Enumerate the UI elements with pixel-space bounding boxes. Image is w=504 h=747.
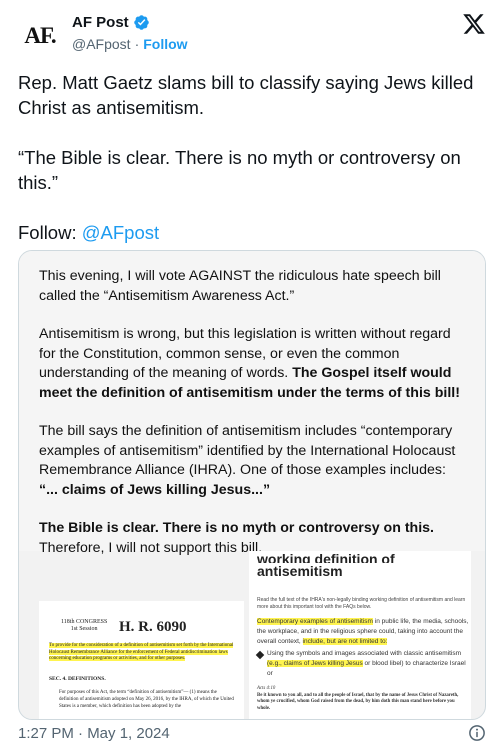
info-icon[interactable]: [468, 724, 486, 742]
tweet-text: Rep. Matt Gaetz slams bill to classify s…: [18, 70, 488, 270]
tweet-follow-line: Follow: @AFpost: [18, 220, 488, 245]
media-image[interactable]: This evening, I will vote AGAINST the ri…: [18, 250, 486, 720]
timestamp-row: 1:27 PM · May 1, 2024: [18, 724, 486, 742]
handle-row: @AFpost · Follow: [72, 36, 188, 52]
display-name[interactable]: AF Post: [72, 14, 129, 31]
ihra-title: antisemitism: [257, 563, 343, 579]
statement-p3-normal: The bill says the definition of antisemi…: [39, 423, 456, 478]
statement-text-block: This evening, I will vote AGAINST the ri…: [19, 251, 485, 556]
bill-number: H. R. 6090: [119, 619, 187, 635]
statement-p2: Antisemitism is wrong, but this legislat…: [39, 325, 467, 403]
ihra-cut-title: working definition of: [257, 553, 395, 563]
statement-p4-normal: Therefore, I will not support this bill.: [39, 539, 263, 556]
separator-dot: ·: [134, 36, 140, 52]
ihra-bullet-text: Using the symbols and images associated …: [267, 649, 469, 679]
statement-p1: This evening, I will vote AGAINST the ri…: [39, 268, 441, 304]
ihra-bullet: Using the symbols and images associated …: [255, 649, 469, 679]
bill-document-excerpt: 118th CONGRESS 1st Session H. R. 6090 To…: [39, 601, 244, 719]
acts-quote: Acts 4:10 Be it known to you all, and to…: [257, 686, 467, 712]
x-logo-icon[interactable]: [462, 12, 486, 36]
follow-prefix: Follow:: [18, 222, 82, 243]
ihra-highlight-1: Contemporary examples of antisemitism: [257, 618, 373, 625]
statement-p4-bold: The Bible is clear. There is no myth or …: [39, 520, 434, 536]
ihra-bullet-highlight: (e.g., claims of Jews killing Jesus: [267, 660, 363, 667]
acts-text: Be it known to you all, and to all the p…: [257, 692, 459, 711]
ihra-document-excerpt: working definition of antisemitism Read …: [249, 551, 471, 719]
statement-p3: The bill says the definition of antisemi…: [39, 422, 467, 500]
ihra-body: Contemporary examples of antisemitism in…: [255, 617, 469, 679]
ihra-intro: Read the full text of the IHRA's non-leg…: [257, 597, 466, 610]
avatar[interactable]: AF.: [18, 14, 62, 58]
bill-congress: 118th CONGRESS 1st Session: [61, 619, 108, 632]
handle[interactable]: @AFpost: [72, 36, 131, 52]
mention-link[interactable]: @AFpost: [82, 222, 159, 243]
bill-tail: For purposes of this Act, the term “defi…: [59, 690, 234, 709]
tweet-paragraph-2: “The Bible is clear. There is no myth or…: [18, 147, 461, 193]
verified-badge-icon: [133, 15, 149, 30]
follow-button[interactable]: Follow: [143, 36, 187, 52]
avatar-logo-text: AF.: [24, 23, 56, 48]
ihra-highlight-2: include, but are not limited to:: [302, 638, 388, 645]
tweet-paragraph-1: Rep. Matt Gaetz slams bill to classify s…: [18, 72, 474, 118]
statement-p3-bold: “... claims of Jews killing Jesus...”: [39, 481, 271, 498]
bill-section: SEC. 4. DEFINITIONS.: [49, 676, 106, 682]
name-row: AF Post: [72, 14, 150, 31]
diamond-bullet-icon: [255, 650, 265, 660]
bill-purpose-highlight: To provide for the consideration of a de…: [49, 643, 234, 661]
bill-purpose: To provide for the consideration of a de…: [49, 643, 234, 663]
ihra-bullet-normal: Using the symbols and images associated …: [267, 650, 461, 657]
tweet-header: AF. AF Post @AFpost · Follow: [0, 0, 504, 60]
timestamp[interactable]: 1:27 PM · May 1, 2024: [18, 725, 170, 742]
